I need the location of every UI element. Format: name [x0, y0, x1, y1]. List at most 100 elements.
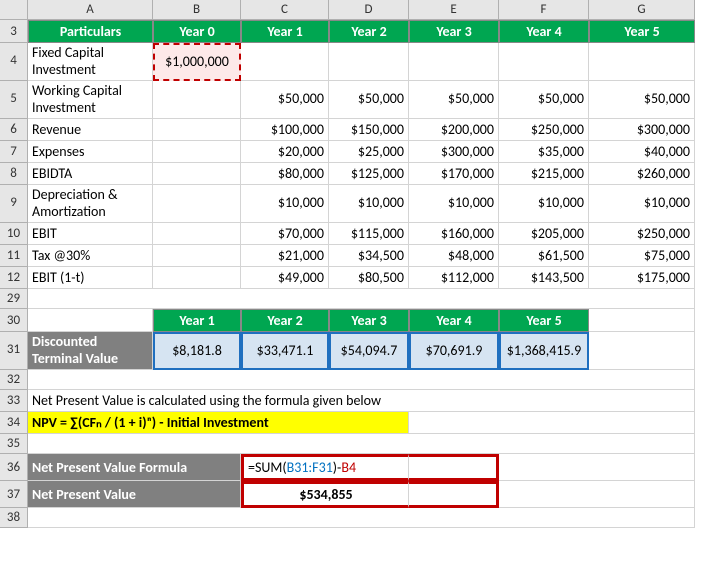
spreadsheet[interactable]: A B C D E F G 3 Particulars Year 0 Year …: [0, 0, 728, 528]
ebidta-y2[interactable]: $125,000: [329, 163, 409, 185]
blank-cell[interactable]: [153, 81, 241, 119]
tax-y2[interactable]: $34,500: [329, 245, 409, 267]
blank-cell[interactable]: [589, 332, 695, 370]
row-34[interactable]: 34: [0, 412, 28, 434]
sec2-y4[interactable]: Year 4: [409, 309, 499, 332]
npv-description[interactable]: Net Present Value is calculated using th…: [28, 390, 695, 412]
blank-cell[interactable]: [589, 309, 695, 332]
wc-y1[interactable]: $50,000: [241, 81, 329, 119]
sec2-y5[interactable]: Year 5: [499, 309, 589, 332]
ebidta-y4[interactable]: $215,000: [499, 163, 589, 185]
row-30[interactable]: 30: [0, 309, 28, 332]
row-5[interactable]: 5: [0, 81, 28, 119]
hdr-y1[interactable]: Year 1: [241, 20, 329, 43]
blank-cell[interactable]: [153, 185, 241, 223]
row-31[interactable]: 31: [0, 332, 28, 370]
dtv-y5[interactable]: $1,368,415.9: [499, 332, 589, 370]
wc-y2[interactable]: $50,000: [329, 81, 409, 119]
row-11[interactable]: 11: [0, 245, 28, 267]
label-fixed[interactable]: Fixed Capital Investment: [28, 43, 153, 81]
ebit-y2[interactable]: $115,000: [329, 223, 409, 245]
row-8[interactable]: 8: [0, 163, 28, 185]
col-G[interactable]: G: [589, 0, 695, 20]
blank-cell[interactable]: [409, 481, 499, 508]
row-3[interactable]: 3: [0, 20, 28, 43]
da-y5[interactable]: $10,000: [589, 185, 695, 223]
rev-y3[interactable]: $200,000: [409, 119, 499, 141]
hdr-particulars[interactable]: Particulars: [28, 20, 153, 43]
label-working[interactable]: Working Capital Investment: [28, 81, 153, 119]
label-ebidta[interactable]: EBIDTA: [28, 163, 153, 185]
label-expenses[interactable]: Expenses: [28, 141, 153, 163]
sec2-y2[interactable]: Year 2: [241, 309, 329, 332]
ebit-y4[interactable]: $205,000: [499, 223, 589, 245]
col-F[interactable]: F: [499, 0, 589, 20]
blank-cell[interactable]: [153, 119, 241, 141]
blank-cell[interactable]: [153, 223, 241, 245]
da-y4[interactable]: $10,000: [499, 185, 589, 223]
blank-cell[interactable]: [153, 163, 241, 185]
col-E[interactable]: E: [409, 0, 499, 20]
ebit-y5[interactable]: $250,000: [589, 223, 695, 245]
blank-cell[interactable]: [409, 43, 499, 81]
label-ebit[interactable]: EBIT: [28, 223, 153, 245]
row-37[interactable]: 37: [0, 481, 28, 508]
npv-formula-cell[interactable]: =SUM(B31:F31)-B4: [241, 454, 409, 481]
row-33[interactable]: 33: [0, 390, 28, 412]
exp-y2[interactable]: $25,000: [329, 141, 409, 163]
label-ebit1t[interactable]: EBIT (1-t): [28, 267, 153, 289]
npv-formula-text[interactable]: NPV = ∑(CFₙ / (1 + i)ⁿ) - Initial Invest…: [28, 412, 409, 434]
hdr-y2[interactable]: Year 2: [329, 20, 409, 43]
blank-cell[interactable]: [499, 454, 695, 481]
fixed-capital-value[interactable]: $1,000,000: [153, 43, 241, 81]
wc-y5[interactable]: $50,000: [589, 81, 695, 119]
ebit1t-y5[interactable]: $175,000: [589, 267, 695, 289]
tax-y1[interactable]: $21,000: [241, 245, 329, 267]
rev-y1[interactable]: $100,000: [241, 119, 329, 141]
exp-y1[interactable]: $20,000: [241, 141, 329, 163]
da-y2[interactable]: $10,000: [329, 185, 409, 223]
ebit1t-y3[interactable]: $112,000: [409, 267, 499, 289]
col-A[interactable]: A: [28, 0, 153, 20]
tax-y5[interactable]: $75,000: [589, 245, 695, 267]
ebidta-y1[interactable]: $80,000: [241, 163, 329, 185]
tax-y4[interactable]: $61,500: [499, 245, 589, 267]
label-tax[interactable]: Tax @30%: [28, 245, 153, 267]
ebit-y1[interactable]: $70,000: [241, 223, 329, 245]
row-4[interactable]: 4: [0, 43, 28, 81]
blank-row[interactable]: [28, 289, 695, 309]
ebidta-y3[interactable]: $170,000: [409, 163, 499, 185]
dtv-label[interactable]: Discounted Terminal Value: [28, 332, 153, 370]
blank-cell[interactable]: [153, 267, 241, 289]
wc-y4[interactable]: $50,000: [499, 81, 589, 119]
dtv-y2[interactable]: $33,471.1: [241, 332, 329, 370]
hdr-y0[interactable]: Year 0: [153, 20, 241, 43]
ebidta-y5[interactable]: $260,000: [589, 163, 695, 185]
blank-cell[interactable]: [409, 412, 695, 434]
blank-cell[interactable]: [499, 43, 589, 81]
ebit1t-y4[interactable]: $143,500: [499, 267, 589, 289]
tax-y3[interactable]: $48,000: [409, 245, 499, 267]
row-36[interactable]: 36: [0, 454, 28, 481]
blank-cell[interactable]: [28, 309, 153, 332]
blank-cell[interactable]: [409, 454, 499, 481]
ebit1t-y2[interactable]: $80,500: [329, 267, 409, 289]
dtv-y3[interactable]: $54,094.7: [329, 332, 409, 370]
npv-formula-label[interactable]: Net Present Value Formula: [28, 454, 241, 481]
row-35[interactable]: 35: [0, 434, 28, 454]
col-C[interactable]: C: [241, 0, 329, 20]
hdr-y4[interactable]: Year 4: [499, 20, 589, 43]
row-32[interactable]: 32: [0, 370, 28, 390]
rev-y5[interactable]: $300,000: [589, 119, 695, 141]
blank-row[interactable]: [28, 508, 695, 528]
row-10[interactable]: 10: [0, 223, 28, 245]
sec2-y3[interactable]: Year 3: [329, 309, 409, 332]
exp-y3[interactable]: $300,000: [409, 141, 499, 163]
row-38[interactable]: 38: [0, 508, 28, 528]
ebit-y3[interactable]: $160,000: [409, 223, 499, 245]
row-6[interactable]: 6: [0, 119, 28, 141]
blank-cell[interactable]: [329, 43, 409, 81]
blank-cell[interactable]: [241, 43, 329, 81]
row-29[interactable]: 29: [0, 289, 28, 309]
rev-y4[interactable]: $250,000: [499, 119, 589, 141]
